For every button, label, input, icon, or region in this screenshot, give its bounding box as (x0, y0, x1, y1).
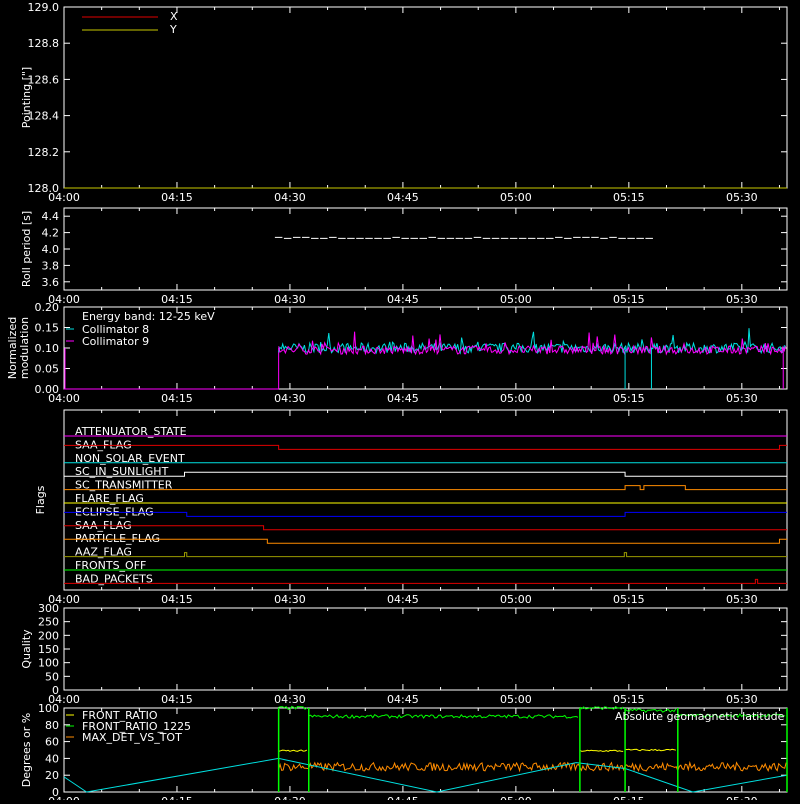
x-tick-label: 04:15 (161, 795, 193, 800)
y-axis-label: modulation (18, 317, 31, 379)
y-tick-label: 200 (38, 629, 59, 642)
legend-label: MAX_DET_VS_TOT (82, 731, 182, 744)
x-tick-label: 05:00 (500, 191, 532, 204)
y-tick-label: 3.8 (42, 259, 60, 272)
y-axis-label: Pointing ["] (20, 67, 33, 128)
y-tick-label: 40 (45, 752, 59, 765)
y-tick-label: 128.8 (28, 37, 60, 50)
x-tick-label: 05:15 (613, 693, 645, 706)
y-tick-label: 0.05 (35, 363, 60, 376)
y-tick-label: 300 (38, 602, 59, 615)
y-tick-label: 129.0 (28, 1, 60, 14)
x-tick-label: 04:45 (387, 293, 419, 306)
x-tick-label: 05:30 (726, 795, 758, 800)
y-tick-label: 4.0 (42, 243, 60, 256)
y-tick-label: 100 (38, 657, 59, 670)
x-tick-label: 04:30 (274, 392, 306, 405)
y-tick-label: 128.0 (28, 182, 60, 195)
x-tick-label: 05:00 (500, 392, 532, 405)
x-tick-label: 04:30 (274, 593, 306, 606)
y-axis-label: Flags (34, 485, 47, 514)
x-tick-label: 04:15 (161, 392, 193, 405)
x-tick-label: 05:15 (613, 392, 645, 405)
y-axis-label: Degrees or % (20, 713, 33, 787)
y-tick-label: 0.00 (35, 383, 60, 396)
x-tick-label: 05:15 (613, 593, 645, 606)
y-tick-label: 128.2 (28, 146, 60, 159)
x-tick-label: 05:30 (726, 593, 758, 606)
latitude-annotation: Absolute geomagnetic latitude (615, 710, 785, 723)
x-tick-label: 04:15 (161, 693, 193, 706)
legend-label: Y (169, 23, 177, 36)
x-tick-label: 05:00 (500, 795, 532, 800)
x-tick-label: 05:15 (613, 293, 645, 306)
x-tick-label: 04:45 (387, 392, 419, 405)
x-tick-label: 04:15 (161, 593, 193, 606)
x-tick-label: 05:00 (500, 693, 532, 706)
y-tick-label: 4.2 (42, 227, 60, 240)
y-tick-label: 3.6 (42, 276, 60, 289)
y-tick-label: 4.4 (42, 210, 60, 223)
y-tick-label: 150 (38, 643, 59, 656)
y-tick-label: 50 (45, 670, 59, 683)
y-tick-label: 250 (38, 616, 59, 629)
y-tick-label: 0.15 (35, 322, 60, 335)
x-tick-label: 05:30 (726, 693, 758, 706)
x-tick-label: 04:30 (274, 191, 306, 204)
x-tick-label: 05:15 (613, 795, 645, 800)
legend-label: Collimator 9 (82, 335, 149, 348)
y-tick-label: 0.10 (35, 342, 60, 355)
y-tick-label: 0.20 (35, 301, 60, 314)
x-tick-label: 05:30 (726, 191, 758, 204)
x-tick-label: 05:00 (500, 593, 532, 606)
x-tick-label: 04:30 (274, 795, 306, 800)
x-tick-label: 05:30 (726, 392, 758, 405)
y-tick-label: 80 (45, 719, 59, 732)
y-tick-label: 100 (38, 702, 59, 715)
x-tick-label: 05:15 (613, 191, 645, 204)
x-tick-label: 04:45 (387, 693, 419, 706)
chart-svg: 04:00 04:15 04:30 04:45 05:00 05:15 05:30128.0… (0, 0, 800, 804)
legend-label: X (170, 10, 178, 23)
y-tick-label: 0 (52, 786, 59, 799)
y-tick-label: 60 (45, 736, 59, 749)
x-tick-label: 04:15 (161, 293, 193, 306)
x-tick-label: 04:30 (274, 693, 306, 706)
y-tick-label: 0 (52, 684, 59, 697)
x-tick-label: 04:30 (274, 293, 306, 306)
x-tick-label: 04:15 (161, 191, 193, 204)
energy-band-annotation: Energy band: 12-25 keV (82, 310, 215, 323)
y-axis-label: Roll period [s] (20, 211, 33, 287)
x-tick-label: 05:00 (500, 293, 532, 306)
x-tick-label: 04:45 (387, 191, 419, 204)
x-tick-label: 05:30 (726, 293, 758, 306)
y-axis-label: Quality (20, 629, 33, 669)
x-tick-label: 04:45 (387, 795, 419, 800)
y-tick-label: 20 (45, 769, 59, 782)
chart-figure: 04:00 04:15 04:30 04:45 05:00 05:15 05:30 128.0… (0, 0, 800, 804)
x-tick-label: 04:45 (387, 593, 419, 606)
